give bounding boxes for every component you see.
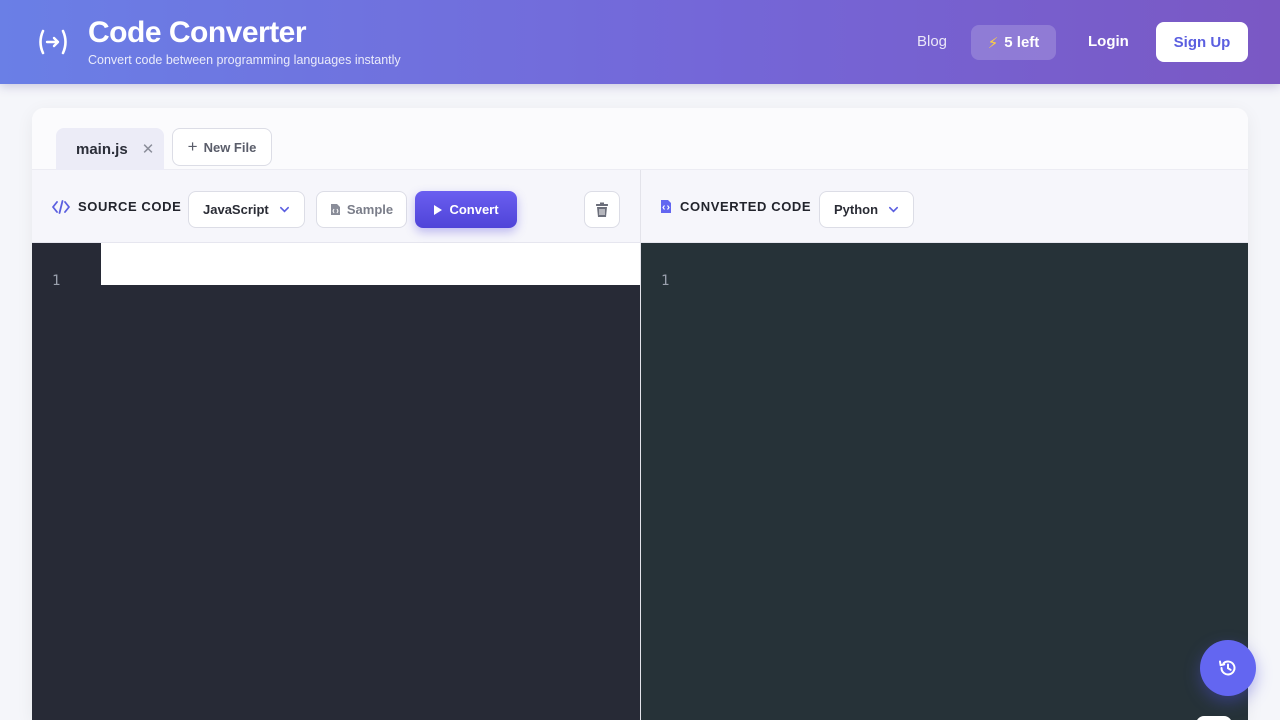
credits-badge[interactable]: ⚡ 5 left [971,25,1056,60]
code-convert-icon[interactable] [36,28,70,56]
lightning-icon: ⚡ [987,34,999,52]
target-language-select[interactable]: Python [819,191,915,228]
source-active-line[interactable] [101,243,640,285]
target-toolbar: CONVERTED CODE Python [641,170,1248,243]
target-editor[interactable]: 1 [641,243,1248,720]
blog-link[interactable]: Blog [917,33,947,50]
app-header: Code Converter Convert code between prog… [0,0,1280,84]
file-code-icon [661,200,671,213]
clear-button[interactable] [584,191,620,228]
plus-icon: + [187,137,198,156]
line-number: 1 [52,273,61,289]
sample-button[interactable]: Sample [316,191,407,228]
converter-card: main.js ✕ + New File SOURCE CODE JavaScr… [32,108,1248,720]
play-icon [434,204,443,215]
login-link[interactable]: Login [1088,33,1129,50]
target-language-value: Python [834,202,879,217]
source-language-value: JavaScript [203,202,269,217]
floating-widget-edge[interactable] [1196,716,1232,720]
signup-button[interactable]: Sign Up [1156,22,1248,62]
app-subtitle: Convert code between programming languag… [88,53,401,67]
file-tabbar: main.js ✕ + New File [32,108,1248,170]
chevron-down-icon [889,206,899,213]
line-number: 1 [661,273,670,289]
history-icon [1219,660,1236,676]
convert-button[interactable]: Convert [415,191,517,228]
tab-label: main.js [76,140,128,158]
convert-label: Convert [449,202,499,217]
chevron-down-icon [279,206,289,213]
source-toolbar: SOURCE CODE JavaScript Sample Convert [32,170,640,243]
history-button[interactable] [1200,640,1256,696]
new-file-button[interactable]: + New File [172,128,272,166]
source-editor[interactable]: 1 [32,243,640,720]
tab-main-js[interactable]: main.js ✕ [56,128,164,170]
target-label-text: CONVERTED CODE [680,199,812,214]
new-file-label: New File [203,139,257,155]
close-icon[interactable]: ✕ [142,140,155,158]
code-icon [52,199,70,214]
app-title: Code Converter [88,16,307,49]
credits-label: 5 left [1004,34,1040,51]
sample-label: Sample [346,202,394,217]
converted-code-label: CONVERTED CODE [660,199,811,214]
source-label-text: SOURCE CODE [78,199,182,214]
source-language-select[interactable]: JavaScript [188,191,305,228]
trash-icon [596,202,608,217]
source-code-label: SOURCE CODE [52,199,181,214]
file-code-icon [330,204,340,215]
